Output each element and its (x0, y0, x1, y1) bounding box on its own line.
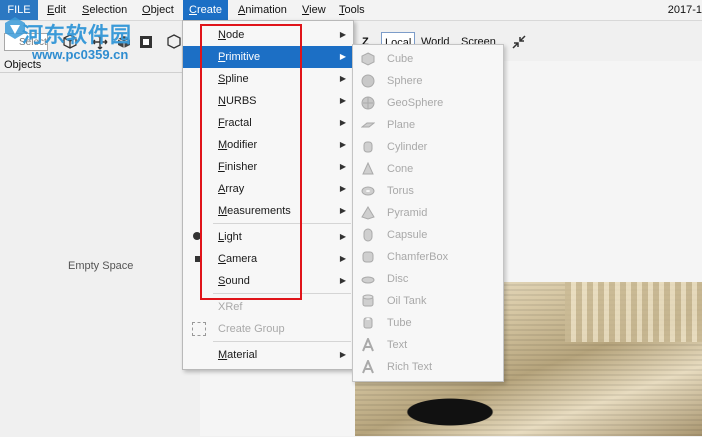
cylinder-icon (363, 141, 373, 153)
prim-item-rich-text[interactable]: Rich Text (353, 356, 503, 378)
prim-item-tube[interactable]: Tube (353, 312, 503, 334)
render-texture (565, 282, 702, 342)
oil-tank-icon (362, 294, 374, 307)
prim-item-cone[interactable]: Cone (353, 158, 503, 180)
prim-item-text[interactable]: Text (353, 334, 503, 356)
prim-item-plane[interactable]: Plane (353, 114, 503, 136)
prim-item-geosphere[interactable]: GeoSphere (353, 92, 503, 114)
group-icon (192, 322, 206, 336)
submenu-arrow-icon: ▶ (339, 52, 346, 61)
menu-create[interactable]: Create (183, 0, 229, 20)
submenu-arrow-icon: ▶ (339, 184, 346, 193)
object-icon[interactable] (166, 34, 182, 50)
prim-item-sphere[interactable]: Sphere (353, 70, 503, 92)
prim-item-disc[interactable]: Disc (353, 268, 503, 290)
menu-item-create-group[interactable]: Create Group (183, 318, 353, 340)
menu-bar: FILE Edit Selection Object Create Animat… (0, 0, 702, 21)
scale-icon[interactable] (138, 34, 154, 50)
menu-item-label: Material (218, 349, 258, 361)
rich-text-icon (362, 360, 374, 374)
prim-item-chamferbox[interactable]: ChamferBox (353, 246, 503, 268)
sphere-icon (361, 74, 375, 88)
text-icon (362, 338, 374, 352)
submenu-arrow-icon: ▶ (339, 232, 346, 241)
menu-item-material[interactable]: Material ▶ (183, 344, 353, 366)
empty-space-text: Empty Space (68, 260, 134, 272)
prim-item-pyramid[interactable]: Pyramid (353, 202, 503, 224)
torus-icon (361, 186, 375, 196)
prim-item-capsule[interactable]: Capsule (353, 224, 503, 246)
submenu-arrow-icon: ▶ (339, 162, 346, 171)
submenu-arrow-icon: ▶ (339, 206, 346, 215)
cube-icon (361, 52, 375, 66)
collapse-icon[interactable] (511, 34, 527, 50)
prim-item-cube[interactable]: Cube (353, 48, 503, 70)
tube-icon (363, 317, 373, 329)
menu-separator (213, 341, 351, 342)
menu-view[interactable]: View (296, 0, 332, 20)
menu-object[interactable]: Object (136, 0, 180, 20)
watermark-url: www.pc0359.cn (32, 47, 129, 62)
plane-icon (361, 122, 375, 128)
submenu-arrow-icon: ▶ (339, 254, 346, 263)
submenu-arrow-icon: ▶ (339, 276, 346, 285)
menu-animation[interactable]: Animation (232, 0, 293, 20)
menu-item-label: Create Group (218, 323, 285, 335)
disc-icon (361, 276, 375, 284)
prim-item-oil-tank[interactable]: Oil Tank (353, 290, 503, 312)
menu-tools[interactable]: Tools (333, 0, 371, 20)
primitive-submenu: Cube Sphere GeoSphere Plane Cylinder Con… (352, 44, 504, 382)
capsule-icon (363, 228, 373, 242)
submenu-arrow-icon: ▶ (339, 30, 346, 39)
pyramid-icon (361, 206, 375, 220)
submenu-arrow-icon: ▶ (339, 96, 346, 105)
highlight-annotation-box (200, 24, 302, 300)
chamferbox-icon (362, 251, 374, 263)
menu-edit[interactable]: Edit (41, 0, 72, 20)
submenu-arrow-icon: ▶ (339, 118, 346, 127)
date-text: 2017-1 (667, 4, 702, 16)
prim-item-torus[interactable]: Torus (353, 180, 503, 202)
submenu-arrow-icon: ▶ (339, 350, 346, 359)
menu-selection[interactable]: Selection (76, 0, 133, 20)
watermark-title: 河东软件园 (22, 24, 132, 47)
submenu-arrow-icon: ▶ (339, 74, 346, 83)
objects-panel[interactable] (0, 72, 200, 437)
cone-icon (362, 162, 374, 175)
submenu-arrow-icon: ▶ (339, 140, 346, 149)
geosphere-icon (361, 96, 375, 110)
prim-item-cylinder[interactable]: Cylinder (353, 136, 503, 158)
